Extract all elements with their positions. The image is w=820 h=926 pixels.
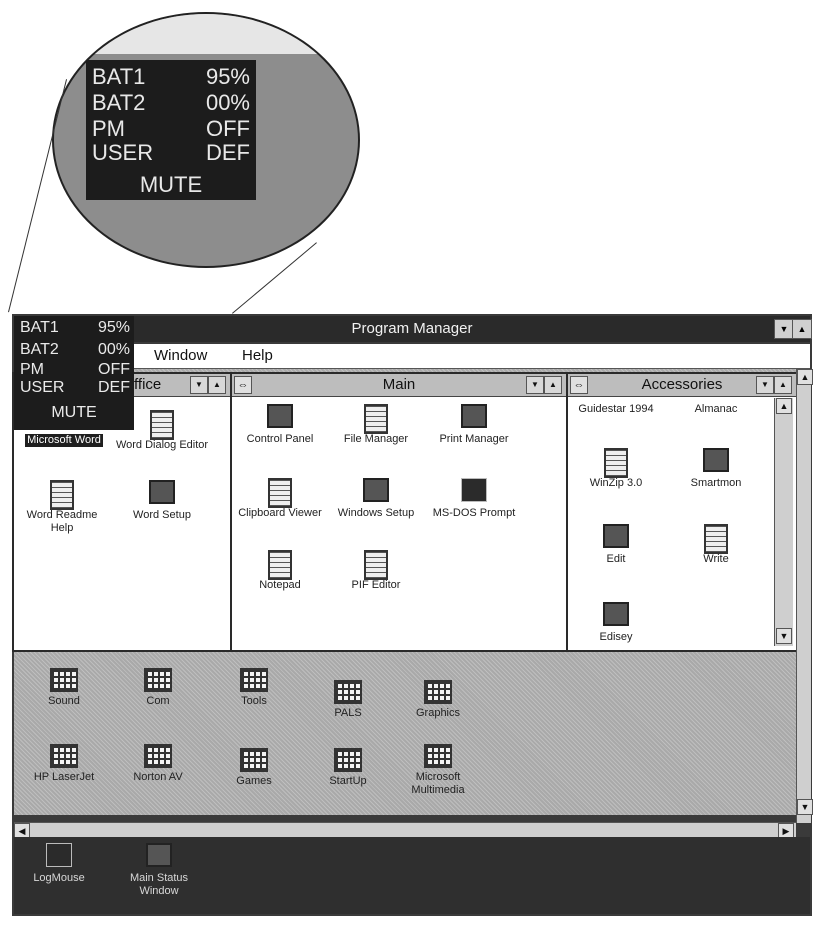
accessories-scroll-up[interactable]: ▲ <box>776 398 792 414</box>
program-group-icon <box>50 744 78 768</box>
group-microsoft-multimedia[interactable]: Microsoft Multimedia <box>390 744 486 797</box>
accessories-group-window: ⇔ Accessories ▼ ▲ ▲ ▼ Guidestar 1994 Alm… <box>566 372 798 652</box>
group-com[interactable]: Com <box>110 668 206 708</box>
icon-print-manager[interactable]: Print Manager <box>426 404 522 446</box>
accessories-scrollbar[interactable]: ▲ ▼ <box>774 398 793 646</box>
accessories-title-bar[interactable]: ⇔ Accessories ▼ ▲ <box>568 374 796 397</box>
icon-ms-dos-prompt[interactable]: MS-DOS Prompt <box>426 478 522 520</box>
accessories-minimize-button[interactable]: ▼ <box>756 376 774 394</box>
group-sound[interactable]: Sound <box>16 668 112 708</box>
status-overlay: BAT1 95% BAT2 00% PM OFF USER DEF MUTE <box>14 316 134 430</box>
office-maximize-button[interactable]: ▲ <box>208 376 226 394</box>
program-group-icon <box>240 668 268 692</box>
program-group-icon <box>424 744 452 768</box>
program-group-icon <box>334 680 362 704</box>
menu-help[interactable]: Help <box>242 347 273 364</box>
edisey-icon <box>603 602 629 626</box>
magnified-status-panel: BAT1 95% BAT2 00% PM OFF USER DEF MUTE <box>86 60 256 200</box>
main-minimize-button[interactable]: ▼ <box>526 376 544 394</box>
main-title-bar[interactable]: ⇔ Main ▼ ▲ <box>232 374 566 397</box>
vertical-scrollbar[interactable]: ▲ ▼ <box>796 369 813 823</box>
group-hp-laserjet[interactable]: HP LaserJet <box>16 744 112 784</box>
desktop-icon-logmouse[interactable]: LogMouse <box>14 843 104 885</box>
icon-clipboard-viewer[interactable]: Clipboard Viewer <box>232 478 328 520</box>
accessories-scroll-down[interactable]: ▼ <box>776 628 792 644</box>
group-startup[interactable]: StartUp <box>300 748 396 788</box>
desktop-icon-main-status[interactable]: Main Status Window <box>114 843 204 898</box>
mouse-icon <box>46 843 72 867</box>
status-window-icon <box>146 843 172 867</box>
program-group-icon <box>334 748 362 772</box>
main-group-window: ⇔ Main ▼ ▲ Control Panel File Manager Pr… <box>230 372 568 652</box>
zoom-line-left <box>8 79 68 313</box>
icon-guidestar[interactable]: Guidestar 1994 <box>568 400 664 416</box>
icon-windows-setup[interactable]: Windows Setup <box>328 478 424 520</box>
group-norton-av[interactable]: Norton AV <box>110 744 206 784</box>
computer-icon <box>363 478 389 502</box>
pen-icon <box>704 524 728 554</box>
mag-mute-label: MUTE <box>139 172 203 197</box>
help-icon <box>50 480 74 510</box>
program-group-icon <box>144 668 172 692</box>
icon-word-setup[interactable]: Word Setup <box>114 480 210 522</box>
icon-edisey[interactable]: Edisey <box>568 602 664 644</box>
control-panel-icon <box>267 404 293 428</box>
icon-notepad[interactable]: Notepad <box>232 550 328 592</box>
group-pals[interactable]: PALS <box>300 680 396 720</box>
dialog-editor-icon <box>150 410 174 440</box>
scroll-up-button[interactable]: ▲ <box>797 369 813 385</box>
desktop-area: LogMouse Main Status Window <box>14 837 810 914</box>
icon-microsoft-word[interactable]: Microsoft Word <box>16 430 112 448</box>
notepad-icon <box>268 550 292 580</box>
icon-pif-editor[interactable]: PIF Editor <box>328 550 424 592</box>
program-group-icon <box>50 668 78 692</box>
ms-dos-icon <box>461 478 487 502</box>
minimized-groups-area: Sound Com Tools PALS Graphics HP LaserJe… <box>14 664 796 816</box>
icon-almanac[interactable]: Almanac <box>668 400 764 416</box>
menu-window[interactable]: Window <box>154 347 207 364</box>
office-minimize-button[interactable]: ▼ <box>190 376 208 394</box>
winzip-icon <box>604 448 628 478</box>
icon-word-readme[interactable]: Word Readme Help <box>14 480 110 535</box>
maximize-button[interactable]: ▲ <box>792 319 812 339</box>
pif-editor-icon <box>364 550 388 580</box>
horizontal-scrollbar[interactable]: ◀ ▶ <box>14 822 796 839</box>
group-graphics[interactable]: Graphics <box>390 680 486 720</box>
printer-icon <box>461 404 487 428</box>
file-cabinet-icon <box>364 404 388 434</box>
overlay-mute-label: MUTE <box>51 404 97 421</box>
accessories-maximize-button[interactable]: ▲ <box>774 376 792 394</box>
program-group-icon <box>240 748 268 772</box>
icon-smartmon[interactable]: Smartmon <box>668 448 764 490</box>
smartmon-icon <box>703 448 729 472</box>
group-games[interactable]: Games <box>206 748 302 788</box>
program-group-icon <box>424 680 452 704</box>
icon-control-panel[interactable]: Control Panel <box>232 404 328 446</box>
minimize-button[interactable]: ▼ <box>774 319 794 339</box>
icon-edit[interactable]: Edit <box>568 524 664 566</box>
edit-icon <box>603 524 629 548</box>
office-title: ffice <box>134 376 162 393</box>
icon-write[interactable]: Write <box>668 524 764 566</box>
main-maximize-button[interactable]: ▲ <box>544 376 562 394</box>
scroll-down-button[interactable]: ▼ <box>797 799 813 815</box>
program-group-icon <box>144 744 172 768</box>
group-tools[interactable]: Tools <box>206 668 302 708</box>
icon-file-manager[interactable]: File Manager <box>328 404 424 446</box>
setup-icon <box>149 480 175 504</box>
clipboard-icon <box>268 478 292 508</box>
icon-winzip[interactable]: WinZip 3.0 <box>568 448 664 490</box>
